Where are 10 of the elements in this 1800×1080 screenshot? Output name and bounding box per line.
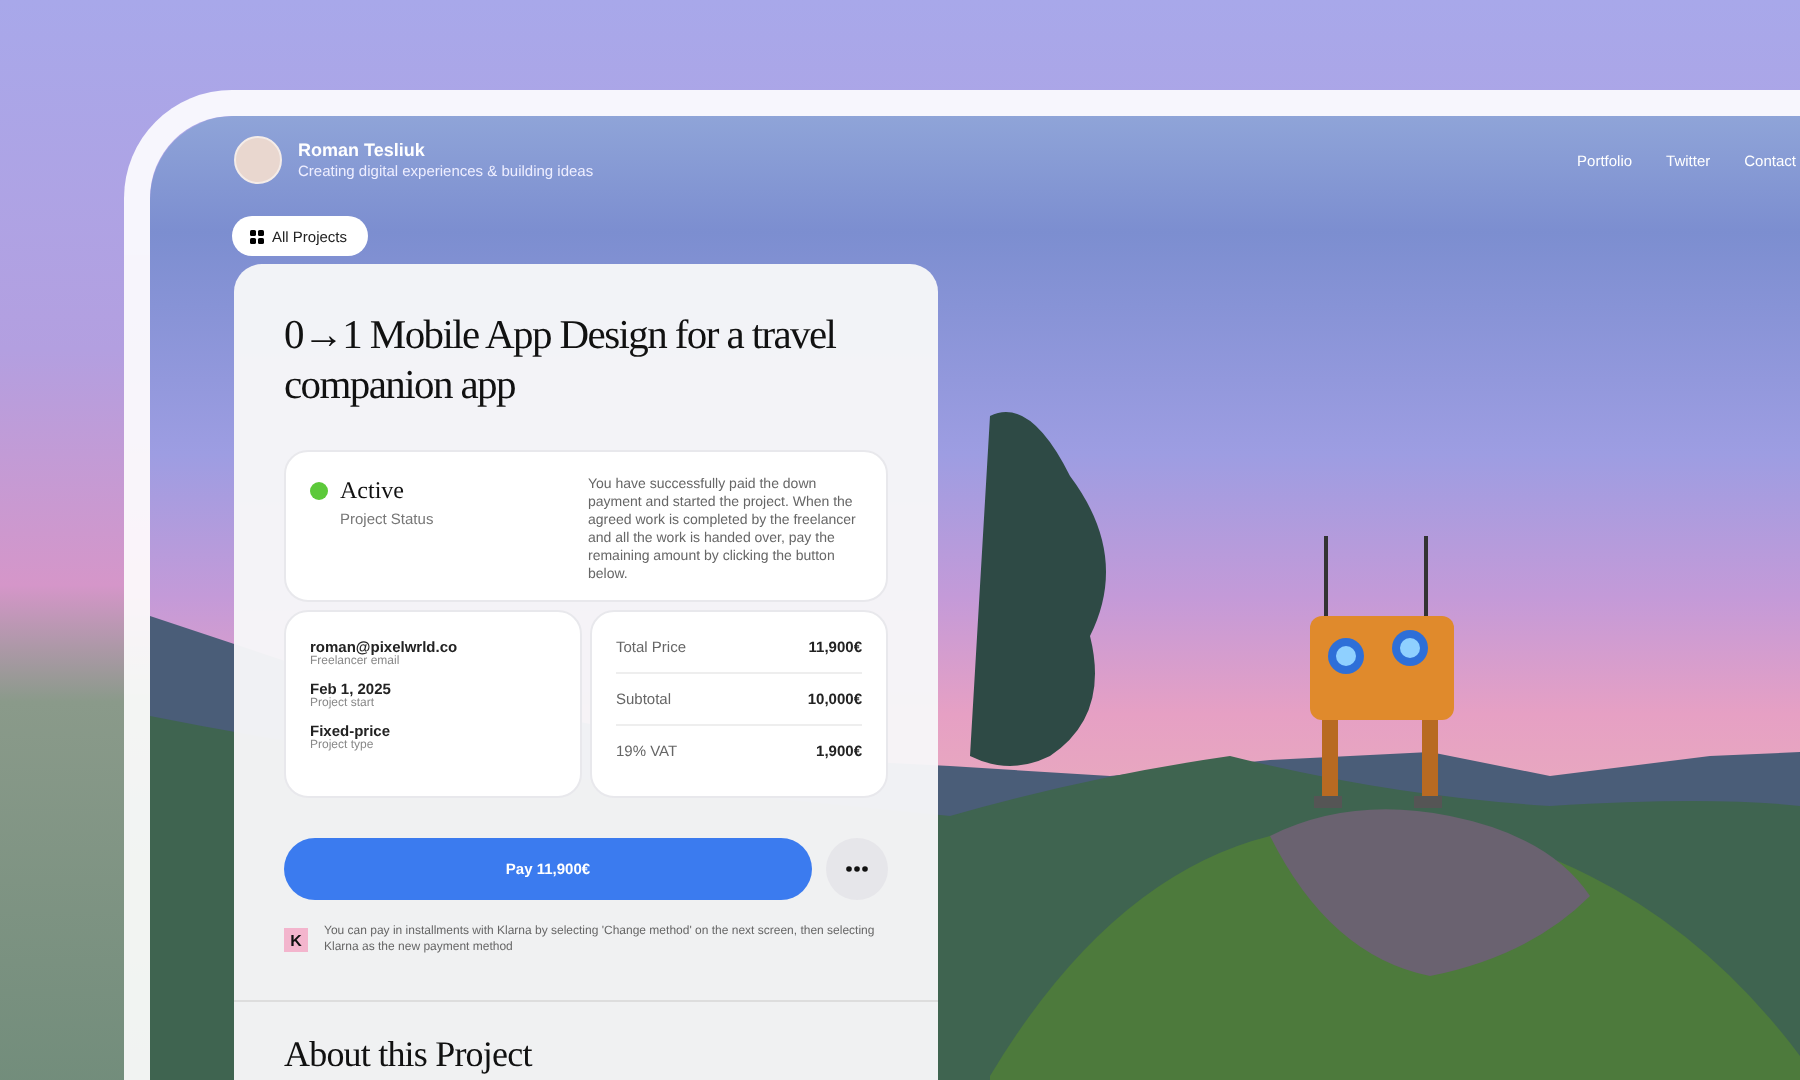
status-label: Active [340, 476, 406, 507]
grid-icon [250, 229, 264, 243]
more-icon [846, 866, 868, 873]
klarna-badge: K [284, 928, 308, 953]
more-button[interactable] [826, 838, 888, 901]
status-dot [310, 482, 328, 501]
avatar [234, 136, 282, 184]
section-heading: About this Project [284, 1034, 535, 1077]
profile-name: Roman Tesliuk [298, 140, 427, 160]
project-title: 0→1 Mobile App Design for a travel companion app [284, 312, 838, 411]
